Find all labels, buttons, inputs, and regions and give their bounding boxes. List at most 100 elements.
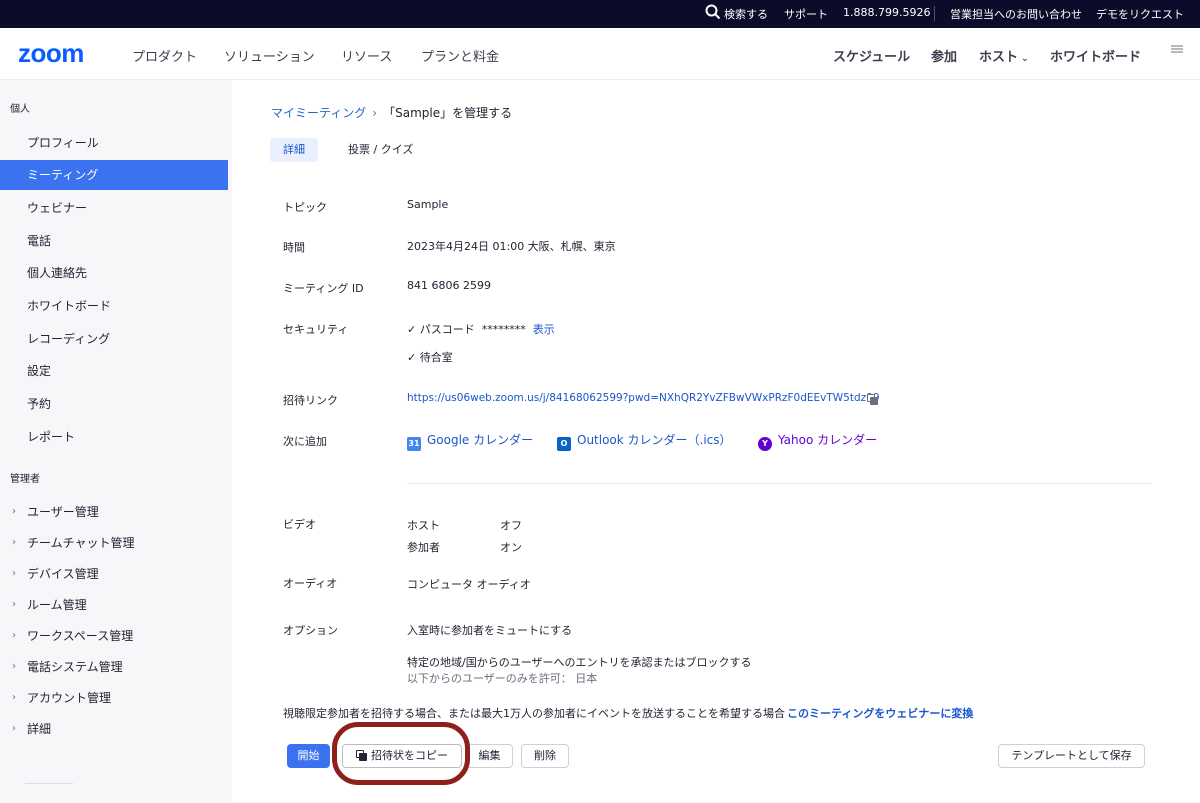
edit-button[interactable]: 編集 [466,744,513,768]
copy-invitation-button[interactable]: 招待状をコピー [342,744,462,768]
sidebar-item-webinars[interactable]: ウェビナー [0,193,228,223]
sidebar-item-reservations[interactable]: 予約 [0,389,228,419]
option-region-approval-detail: 以下からのユーザーのみを許可： 日本 [407,672,598,685]
chevron-right-icon: › [12,661,16,672]
sidebar-admin-advanced[interactable]: › 詳細 [0,716,228,742]
zoom-logo[interactable]: zoom [18,38,84,69]
copy-icon[interactable] [867,394,879,406]
chevron-right-icon: › [12,599,16,610]
divider [407,483,1152,484]
start-button[interactable]: 開始 [287,744,330,768]
video-host-value: オフ [500,519,522,532]
nav-whiteboard[interactable]: ホワイトボード [1050,46,1141,65]
sidebar-item-recordings[interactable]: レコーディング [0,324,228,354]
sidebar-admin-users[interactable]: › ユーザー管理 [0,499,228,525]
invite-link-url[interactable]: https://us06web.zoom.us/j/84168062599?pw… [407,392,880,404]
sidebar-admin-phone-system[interactable]: › 電話システム管理 [0,654,228,680]
contact-sales-link[interactable]: 営業担当へのお問い合わせ [950,6,1082,22]
chevron-right-icon: › [12,723,16,734]
sidebar-item-reports[interactable]: レポート [0,422,228,452]
meeting-id-label: ミーティング ID [283,282,364,295]
security-label: セキュリティ [283,323,349,336]
sidebar-item-settings[interactable]: 設定 [0,356,228,386]
options-label: オプション [283,624,338,637]
show-passcode-link[interactable]: 表示 [533,323,555,336]
sidebar-admin-label: チームチャット管理 [27,536,135,550]
request-demo-link[interactable]: デモをリクエスト [1096,6,1184,22]
convert-to-webinar-link[interactable]: このミーティングをウェビナーに変換 [787,705,973,721]
divider [934,6,935,21]
sidebar-admin-label: デバイス管理 [27,567,99,581]
nav-join[interactable]: 参加 [931,46,957,65]
yahoo-icon: Y [758,437,772,451]
delete-button[interactable]: 削除 [521,744,569,768]
outlook-icon: O [557,437,571,451]
sidebar-admin-account[interactable]: › アカウント管理 [0,685,228,711]
passcode-label: ✓ パスコード [407,323,475,336]
nav-solutions[interactable]: ソリューション [224,46,315,65]
sidebar-admin-devices[interactable]: › デバイス管理 [0,561,228,587]
sidebar-item-whiteboard[interactable]: ホワイトボード [0,291,228,321]
hamburger-menu-icon[interactable] [1170,44,1184,56]
sidebar-admin-header: 管理者 [10,474,40,485]
chevron-down-icon: ⌄ [1021,54,1029,64]
sidebar-item-phone[interactable]: 電話 [0,226,228,256]
add-to-label: 次に追加 [283,435,327,448]
divider [25,783,73,784]
chevron-right-icon: › [12,568,16,579]
main-nav: zoom プロダクト ソリューション リソース プランと料金 スケジュール 参加… [0,28,1200,80]
search-icon[interactable] [705,4,721,23]
sidebar-admin-label: ルーム管理 [27,598,87,612]
sidebar-item-profile[interactable]: プロフィール [0,128,228,158]
sidebar-admin-team-chat[interactable]: › チームチャット管理 [0,530,228,556]
chevron-right-icon: › [12,692,16,703]
option-region-approval: 特定の地域/国からのユーザーへのエントリを承認またはブロックする [407,656,752,669]
tab-polls[interactable]: 投票 / クイズ [348,138,413,162]
breadcrumb-my-meetings[interactable]: マイミーティング [271,106,366,120]
chevron-right-icon: › [12,537,16,548]
topic-label: トピック [283,201,327,214]
sidebar: 個人 プロフィール ミーティング ウェビナー 電話 個人連絡先 ホワイトボード … [0,80,232,803]
sidebar-admin-rooms[interactable]: › ルーム管理 [0,592,228,618]
breadcrumb: マイミーティング › 「Sample」を管理する [271,104,512,121]
sidebar-personal-header: 個人 [10,104,30,115]
nav-host[interactable]: ホスト ⌄ [979,46,1029,65]
breadcrumb-current: 「Sample」を管理する [383,106,513,120]
search-link[interactable]: 検索する [724,6,768,22]
sidebar-admin-label: ワークスペース管理 [27,629,134,643]
webinar-note: 視聴限定参加者を招待する場合、または最大1万人の参加者にイベントを放送することを… [283,707,785,720]
topic-value: Sample [407,198,449,211]
audio-value: コンピュータ オーディオ [407,578,531,591]
copy-invitation-label: 招待状をコピー [371,749,448,762]
nav-schedule[interactable]: スケジュール [833,46,910,65]
chevron-right-icon: › [12,506,16,517]
time-label: 時間 [283,241,305,254]
waiting-room: ✓ 待合室 [407,351,453,364]
passcode-mask: ******** [481,323,526,336]
sidebar-item-contacts[interactable]: 個人連絡先 [0,258,228,288]
invite-link-label: 招待リンク [283,394,338,407]
nav-resources[interactable]: リソース [341,46,392,65]
google-calendar-link[interactable]: 31 Google カレンダー [407,431,533,451]
nav-host-label: ホスト [979,50,1019,65]
video-label: ビデオ [283,518,316,531]
sidebar-admin-workspaces[interactable]: › ワークスペース管理 [0,623,228,649]
main-content: マイミーティング › 「Sample」を管理する 詳細 投票 / クイズ トピック … [232,80,1200,803]
outlook-calendar-link[interactable]: O Outlook カレンダー（.ics） [557,431,732,451]
option-mute-on-entry: 入室時に参加者をミュートにする [407,624,573,637]
sidebar-admin-label: 電話システム管理 [27,660,123,674]
phone-link[interactable]: 1.888.799.5926 [843,6,930,19]
google-calendar-icon: 31 [407,437,421,451]
save-as-template-button[interactable]: テンプレートとして保存 [998,744,1145,768]
sidebar-item-meetings[interactable]: ミーティング [0,160,228,190]
tab-detail[interactable]: 詳細 [270,138,318,162]
support-link[interactable]: サポート [784,6,828,22]
yahoo-calendar-link[interactable]: Y Yahoo カレンダー [758,431,877,451]
nav-products[interactable]: プロダクト [132,46,197,65]
google-calendar-label: Google カレンダー [427,433,534,447]
chevron-right-icon: › [12,630,16,641]
video-participant-label: 参加者 [407,541,440,554]
sidebar-admin-label: アカウント管理 [27,691,112,705]
audio-label: オーディオ [283,577,338,590]
nav-plans[interactable]: プランと料金 [421,46,499,65]
